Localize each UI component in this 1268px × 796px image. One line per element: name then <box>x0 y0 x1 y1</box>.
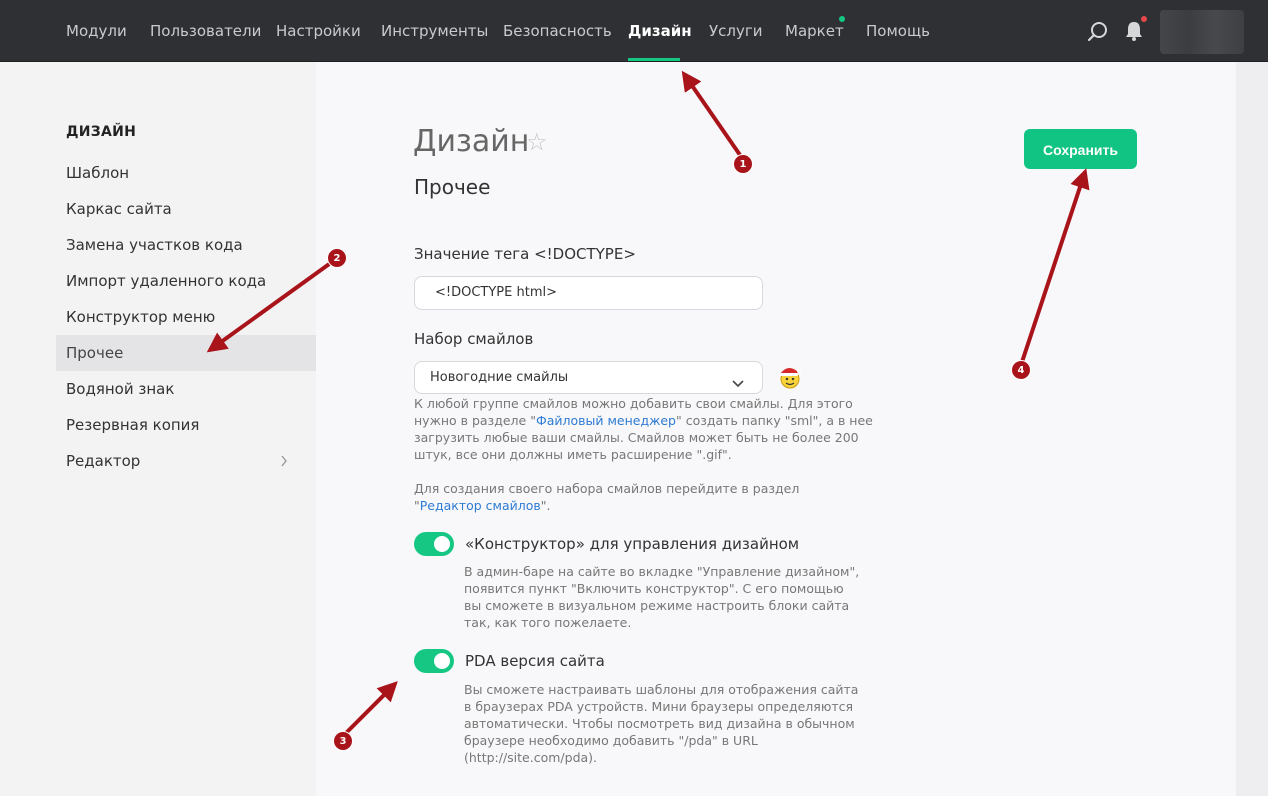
sidebar-item-code-replace[interactable]: Замена участков кода <box>56 227 316 263</box>
smiles-editor-help-end: ". <box>540 498 551 513</box>
sidebar-item-label: Замена участков кода <box>66 236 243 254</box>
pda-toggle-label: PDA версия сайта <box>465 652 605 670</box>
active-tab-underline <box>628 58 680 61</box>
nav-item-modules[interactable]: Модули <box>66 22 127 40</box>
chevron-right-icon <box>280 443 288 492</box>
save-button[interactable]: Сохранить <box>1024 129 1137 169</box>
constructor-toggle-help: В админ-баре на сайте во вкладке "Управл… <box>464 564 860 630</box>
santa-smiley-icon <box>775 362 803 390</box>
right-gutter <box>1236 62 1268 796</box>
nav-item-design[interactable]: Дизайн <box>628 22 692 40</box>
nav-item-tools[interactable]: Инструменты <box>381 22 488 40</box>
sidebar-item-label: Импорт удаленного кода <box>66 272 267 290</box>
sidebar-item-backup[interactable]: Резервная копия <box>56 407 316 443</box>
pda-toggle-help: Вы сможете настраивать шаблоны для отобр… <box>464 682 859 765</box>
file-manager-link[interactable]: Файловый менеджер <box>536 413 676 428</box>
user-avatar-blurred[interactable] <box>1160 10 1244 54</box>
sidebar-item-label: Шаблон <box>66 164 130 182</box>
page-title: Дизайн <box>413 124 530 159</box>
sidebar-item-label: Редактор <box>66 452 141 470</box>
sidebar-item-label: Каркас сайта <box>66 200 172 218</box>
sidebar-item-site-frame[interactable]: Каркас сайта <box>56 191 316 227</box>
smiles-editor-link[interactable]: Редактор смайлов <box>420 498 541 513</box>
annotation-badge-1: 1 <box>733 154 753 174</box>
smiles-select[interactable]: Новогодние смайлы <box>414 361 763 394</box>
nav-item-market[interactable]: Маркет <box>785 22 844 40</box>
sidebar-item-menu-builder[interactable]: Конструктор меню <box>56 299 316 335</box>
sidebar-item-editor[interactable]: Редактор <box>56 443 316 479</box>
doctype-label: Значение тега <!DOCTYPE> <box>414 245 636 263</box>
sidebar-item-label: Конструктор меню <box>66 308 216 326</box>
page-subtitle: Прочее <box>414 175 491 199</box>
bell-icon[interactable] <box>1124 20 1144 42</box>
sidebar-item-remote-import[interactable]: Импорт удаленного кода <box>56 263 316 299</box>
smiles-help: К любой группе смайлов можно добавить св… <box>414 395 884 463</box>
search-icon[interactable] <box>1087 21 1109 43</box>
toggle-knob <box>434 653 450 669</box>
notification-dot <box>1141 16 1147 22</box>
chevron-down-icon <box>732 370 744 388</box>
annotation-badge-3: 3 <box>333 731 353 751</box>
constructor-toggle[interactable] <box>414 532 454 556</box>
annotation-badge-4: 4 <box>1011 360 1031 380</box>
annotation-badge-2: 2 <box>327 248 347 268</box>
sidebar-item-watermark[interactable]: Водяной знак <box>56 371 316 407</box>
pda-toggle[interactable] <box>414 649 454 673</box>
nav-item-help[interactable]: Помощь <box>866 22 930 40</box>
nav-item-services[interactable]: Услуги <box>709 22 762 40</box>
sidebar-heading: ДИЗАЙН <box>66 124 137 140</box>
toggle-knob <box>434 536 450 552</box>
smiles-select-value: Новогодние смайлы <box>430 370 569 385</box>
sidebar-item-label: Прочее <box>66 344 124 362</box>
doctype-input[interactable]: <!DOCTYPE html> <box>414 276 763 310</box>
nav-item-security[interactable]: Безопасность <box>503 22 612 40</box>
nav-item-settings[interactable]: Настройки <box>276 22 361 40</box>
star-icon[interactable]: ☆ <box>526 128 548 156</box>
sidebar-item-label: Водяной знак <box>66 380 175 398</box>
smiles-editor-help: Для создания своего набора смайлов перей… <box>414 480 864 514</box>
sidebar-item-label: Резервная копия <box>66 416 200 434</box>
market-new-dot <box>839 16 845 22</box>
sidebar-item-other[interactable]: Прочее <box>56 335 316 371</box>
constructor-toggle-label: «Конструктор» для управления дизайном <box>465 535 800 553</box>
nav-item-users[interactable]: Пользователи <box>150 22 261 40</box>
top-navigation-bar: Модули Пользователи Настройки Инструмент… <box>0 0 1268 62</box>
sidebar-item-template[interactable]: Шаблон <box>56 155 316 191</box>
smiles-label: Набор смайлов <box>414 330 534 348</box>
